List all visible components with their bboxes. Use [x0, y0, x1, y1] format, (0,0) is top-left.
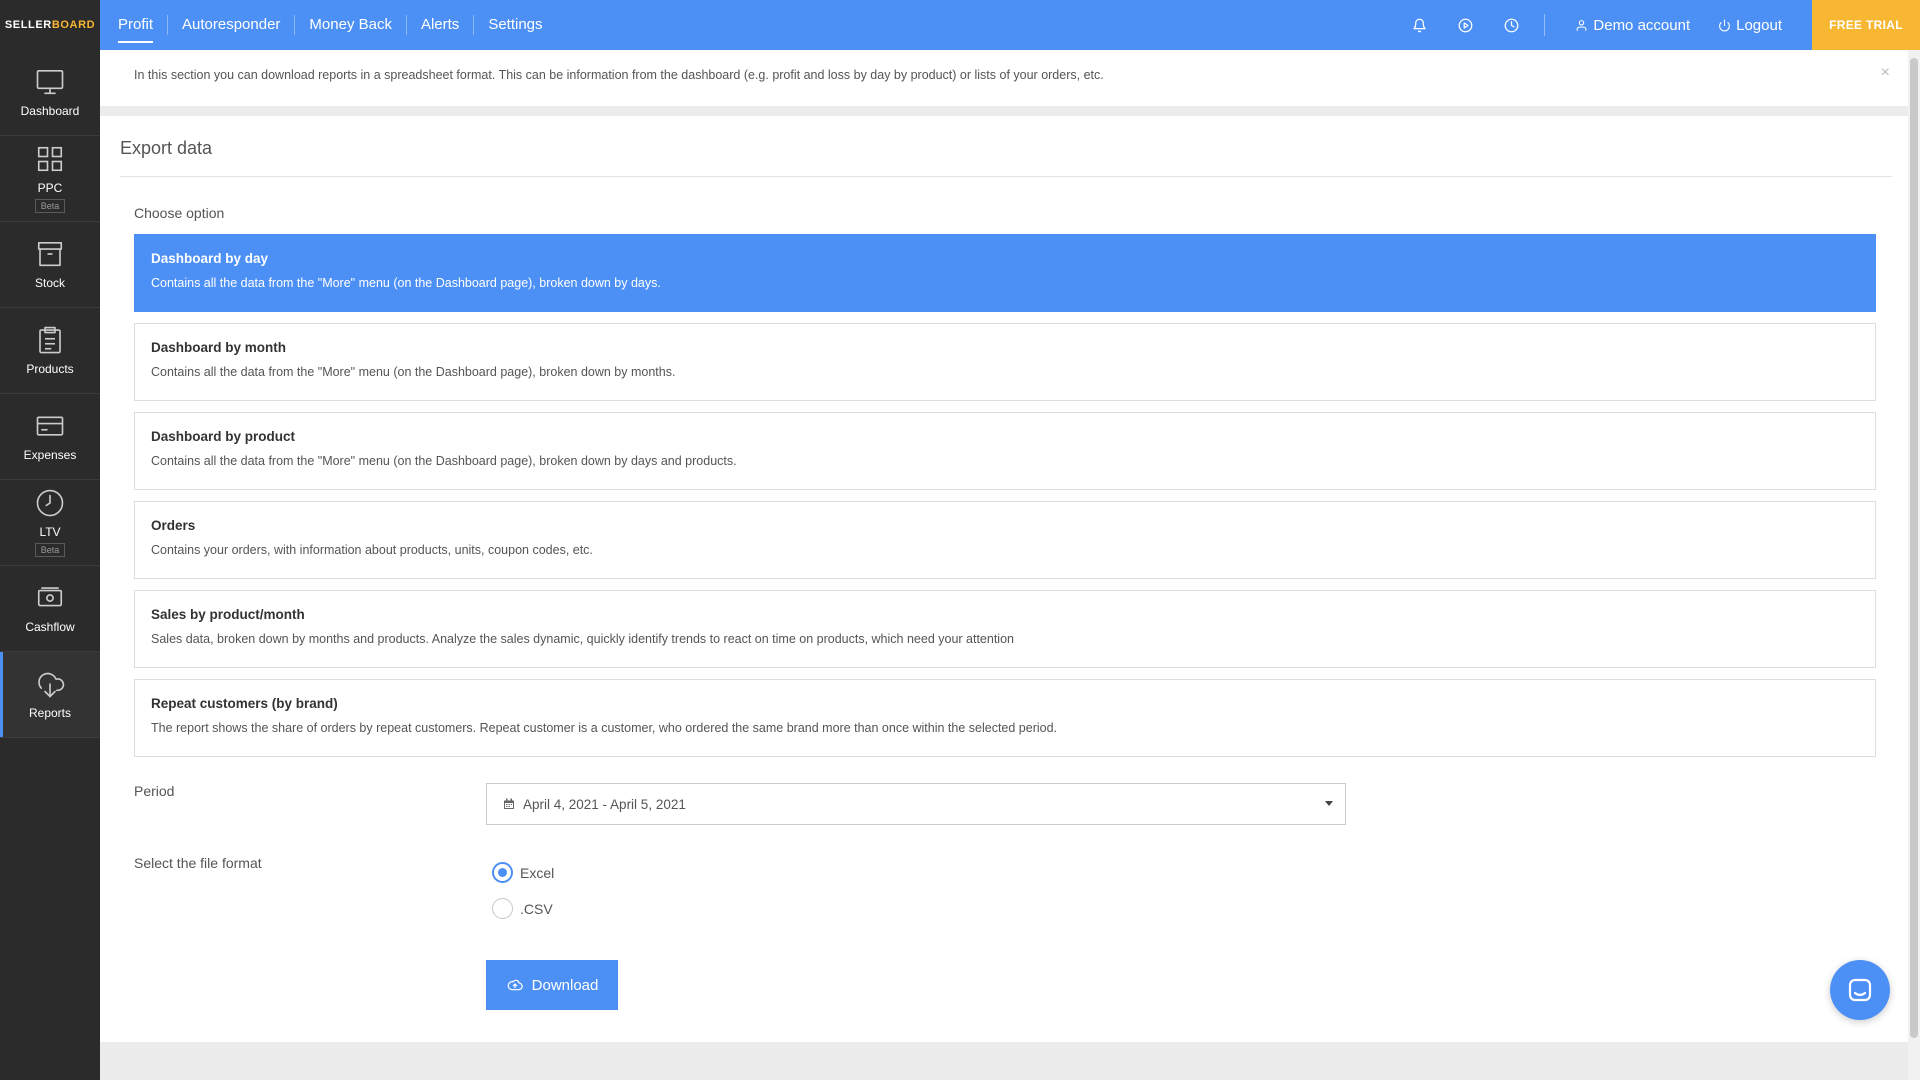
title-divider: [120, 176, 1892, 177]
nav-autoresponder[interactable]: Autoresponder: [167, 15, 294, 35]
beta-badge: Beta: [34, 543, 66, 557]
format-option-csv[interactable]: .CSV: [492, 898, 553, 919]
bell-icon: [1413, 18, 1426, 32]
logout-label: Logout: [1736, 16, 1782, 34]
sidebar-item-expenses[interactable]: Expenses: [0, 394, 100, 480]
sidebar-item-stock[interactable]: Stock: [0, 222, 100, 308]
option-title: Dashboard by day: [151, 251, 269, 266]
history-button[interactable]: [1488, 0, 1534, 50]
clock-icon: [1504, 18, 1519, 32]
nav-settings[interactable]: Settings: [473, 15, 556, 35]
page-title: Export data: [120, 138, 213, 158]
sidebar-item-ltv[interactable]: LTV Beta: [0, 480, 100, 566]
radio-label-csv: .CSV: [520, 900, 553, 917]
option-dashboard-by-month[interactable]: Dashboard by month Contains all the data…: [134, 323, 1876, 401]
sidebar-label-stock: Stock: [34, 276, 65, 290]
beta-badge: Beta: [34, 199, 66, 213]
chat-widget-button[interactable]: [1830, 960, 1890, 1020]
sidebar-label-dashboard: Dashboard: [20, 104, 80, 118]
report-options: Dashboard by day Contains all the data f…: [134, 234, 1876, 768]
top-bar: SELLER BOARD Profit Autoresponder Money B…: [0, 0, 1920, 50]
option-description: Contains all the data from the "More" me…: [151, 454, 737, 468]
sidebar-item-dashboard[interactable]: Dashboard: [0, 50, 100, 136]
play-circle-icon: [1458, 18, 1473, 32]
radio-label-excel: Excel: [520, 864, 555, 881]
clipboard-icon: [39, 326, 61, 354]
download-button[interactable]: Download: [486, 960, 618, 1010]
sidebar-label-products: Products: [26, 362, 74, 376]
nav-money-back[interactable]: Money Back: [294, 15, 406, 35]
option-title: Sales by product/month: [151, 607, 305, 622]
grid-icon: [37, 146, 63, 172]
credit-card-icon: [36, 416, 64, 436]
period-date-range-select[interactable]: April 4, 2021 - April 5, 2021: [486, 783, 1346, 825]
file-format-label: Select the file format: [134, 855, 262, 871]
option-description: Contains your orders, with information a…: [151, 543, 593, 557]
option-description: Contains all the data from the "More" me…: [151, 276, 661, 290]
option-description: Sales data, broken down by months and pr…: [151, 632, 1014, 646]
format-option-excel[interactable]: Excel: [492, 862, 554, 883]
sidebar-item-cashflow[interactable]: Cashflow: [0, 566, 100, 652]
option-description: The report shows the share of orders by …: [151, 721, 1058, 735]
free-trial-button[interactable]: FREE TRIAL: [1812, 0, 1920, 50]
option-dashboard-by-day[interactable]: Dashboard by day Contains all the data f…: [134, 234, 1876, 312]
app-logo[interactable]: SELLER BOARD: [0, 0, 100, 50]
logo-text-board: BOARD: [51, 19, 96, 31]
monitor-icon: [36, 69, 64, 95]
radio-dot: [498, 868, 507, 877]
download-label: Download: [531, 976, 599, 994]
cloud-download-icon: [38, 672, 65, 698]
option-dashboard-by-product[interactable]: Dashboard by product Contains all the da…: [134, 412, 1876, 490]
sidebar: Dashboard PPC Beta Stock Products Expens…: [0, 50, 100, 1080]
period-value: April 4, 2021 - April 5, 2021: [523, 796, 686, 812]
option-description: Contains all the data from the "More" me…: [151, 365, 676, 379]
account-label: Demo account: [1593, 16, 1691, 34]
sidebar-item-ppc[interactable]: PPC Beta: [0, 136, 100, 222]
nav-profit[interactable]: Profit: [104, 15, 167, 43]
sidebar-item-products[interactable]: Products: [0, 308, 100, 394]
sidebar-label-cashflow: Cashflow: [25, 620, 75, 634]
scrollbar-thumb[interactable]: [1910, 58, 1918, 1038]
clock-icon: [36, 489, 64, 517]
top-right-controls: Demo account Logout FREE TRIAL: [1396, 0, 1920, 50]
power-icon: [1719, 19, 1731, 31]
notifications-button[interactable]: [1396, 0, 1442, 50]
sidebar-label-reports: Reports: [28, 706, 72, 720]
page-scrollbar[interactable]: [1908, 50, 1920, 1080]
info-banner-text: In this section you can download reports…: [134, 68, 1104, 82]
option-title: Dashboard by month: [151, 340, 287, 355]
logout-link[interactable]: Logout: [1704, 17, 1796, 34]
top-divider: [1544, 14, 1546, 36]
logo-text-seller: SELLER: [4, 19, 52, 31]
cloud-upload-icon: [507, 979, 523, 991]
export-panel: Export data Choose option Dashboard by d…: [100, 116, 1908, 1042]
period-label: Period: [134, 783, 175, 799]
option-orders[interactable]: Orders Contains your orders, with inform…: [134, 501, 1876, 579]
choose-option-label: Choose option: [134, 205, 225, 221]
chevron-down-icon: [1325, 801, 1333, 806]
option-repeat-customers[interactable]: Repeat customers (by brand) The report s…: [134, 679, 1876, 757]
radio-csv[interactable]: [492, 898, 513, 919]
top-nav: Profit Autoresponder Money Back Alerts S…: [100, 0, 557, 50]
radio-excel[interactable]: [492, 862, 513, 883]
info-banner: In this section you can download reports…: [100, 50, 1908, 106]
box-icon: [37, 241, 63, 267]
sidebar-item-reports[interactable]: Reports: [0, 652, 100, 738]
option-title: Orders: [151, 518, 196, 533]
option-title: Dashboard by product: [151, 429, 296, 444]
sidebar-label-ppc: PPC: [37, 181, 63, 195]
account-link[interactable]: Demo account: [1561, 17, 1704, 34]
chat-icon: [1848, 978, 1872, 1002]
close-icon[interactable]: ×: [1881, 64, 1890, 82]
cash-icon: [37, 587, 63, 607]
sidebar-label-ltv: LTV: [39, 525, 61, 539]
nav-alerts[interactable]: Alerts: [405, 15, 473, 35]
option-title: Repeat customers (by brand): [151, 696, 338, 711]
sidebar-label-expenses: Expenses: [23, 448, 77, 462]
user-icon: [1577, 19, 1587, 31]
option-sales-by-product-month[interactable]: Sales by product/month Sales data, broke…: [134, 590, 1876, 668]
video-tutorials-button[interactable]: [1442, 0, 1488, 50]
calendar-icon: [504, 798, 514, 809]
